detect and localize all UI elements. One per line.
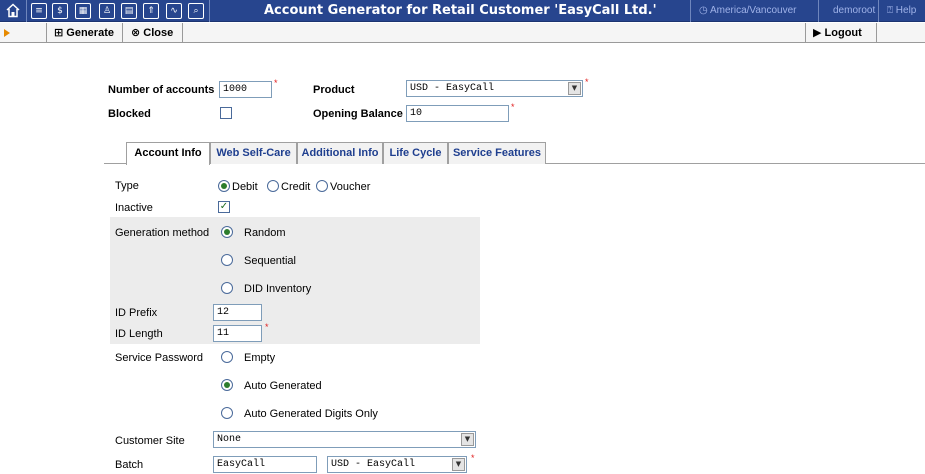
home-icon[interactable] (5, 2, 21, 19)
toolbar-separator (805, 23, 806, 43)
tab-service-features[interactable]: Service Features (448, 142, 546, 164)
toolbar-separator (26, 0, 27, 22)
gen-method-label: Generation method (115, 227, 210, 239)
list-icon[interactable]: ≡ (31, 3, 47, 19)
service-password-label: Service Password (115, 352, 204, 364)
type-debit-radio[interactable] (218, 180, 230, 192)
blocked-checkbox[interactable] (220, 107, 232, 119)
top-bar: ≡ $ ▦ ♙ ▤ ⇑ ∿ ⌕ Account Generator for Re… (0, 0, 925, 22)
customer-site-label: Customer Site (115, 435, 185, 447)
generate-button[interactable]: ⊞ Generate (54, 23, 114, 43)
toolbar-separator (182, 23, 183, 43)
customer-site-select[interactable]: None ▼ (213, 431, 476, 448)
password-empty-label: Empty (244, 352, 276, 364)
type-debit-label: Debit (232, 181, 258, 193)
product-label: Product (313, 84, 355, 96)
chevron-down-icon: ▼ (461, 433, 474, 446)
chart-icon[interactable]: ∿ (166, 3, 182, 19)
toolbar-separator (876, 23, 877, 43)
customer-site-value: None (217, 434, 242, 445)
page-title: Account Generator for Retail Customer 'E… (264, 3, 657, 18)
batch-product-select[interactable]: USD - EasyCall ▼ (327, 456, 467, 473)
batch-label: Batch (115, 459, 144, 471)
toolbar-separator (46, 23, 47, 43)
help-link[interactable]: ⍰ Help (887, 5, 916, 16)
generate-icon: ⊞ (54, 26, 64, 39)
opening-balance-label: Opening Balance (313, 108, 403, 120)
tab-additional-info[interactable]: Additional Info (297, 142, 383, 164)
upload-icon[interactable]: ⇑ (143, 3, 159, 19)
required-marker: * (511, 102, 515, 112)
gen-did-inventory-label: DID Inventory (244, 283, 312, 295)
help-icon: ⍰ (887, 5, 893, 16)
password-digits-radio[interactable] (221, 407, 233, 419)
required-marker: * (471, 453, 475, 463)
gen-did-inventory-radio[interactable] (221, 282, 233, 294)
timezone-link[interactable]: ◷ America/Vancouver (699, 5, 797, 16)
id-length-input[interactable]: 11 (213, 325, 262, 342)
calendar-icon[interactable]: ▤ (121, 3, 137, 19)
toolbar-separator (690, 0, 691, 22)
toolbar-separator (878, 0, 879, 22)
chevron-down-icon: ▼ (568, 82, 581, 95)
type-credit-label: Credit (281, 181, 311, 193)
required-marker: * (265, 322, 269, 332)
logout-label: Logout (824, 27, 862, 39)
gen-sequential-label: Sequential (244, 255, 296, 267)
product-select[interactable]: USD - EasyCall ▼ (406, 80, 583, 97)
id-prefix-input[interactable]: 12 (213, 304, 262, 321)
type-credit-radio[interactable] (267, 180, 279, 192)
password-auto-radio[interactable] (221, 379, 233, 391)
person-icon[interactable]: ♙ (99, 3, 115, 19)
num-accounts-input[interactable]: 1000 (219, 81, 272, 98)
clock-icon: ◷ (699, 5, 708, 16)
logout-button[interactable]: ▶ Logout (813, 23, 862, 43)
type-voucher-radio[interactable] (316, 180, 328, 192)
tab-web-self-care[interactable]: Web Self-Care (210, 142, 297, 164)
action-toolbar: ⊞ Generate ⊗ Close ▶ Logout (0, 23, 925, 43)
close-button[interactable]: ⊗ Close (131, 23, 173, 43)
inactive-checkbox[interactable]: ✓ (218, 201, 230, 213)
required-marker: * (274, 78, 278, 88)
password-auto-label: Auto Generated (244, 380, 322, 392)
logout-icon: ▶ (813, 26, 822, 39)
product-select-value: USD - EasyCall (410, 83, 495, 94)
id-length-label: ID Length (115, 328, 163, 340)
tab-account-info[interactable]: Account Info (126, 142, 210, 165)
close-icon: ⊗ (131, 26, 141, 39)
gen-random-label: Random (244, 227, 286, 239)
gen-random-radio[interactable] (221, 226, 233, 238)
blocked-label: Blocked (108, 108, 151, 120)
generate-label: Generate (66, 27, 114, 39)
dollar-icon[interactable]: $ (52, 3, 68, 19)
grid-icon[interactable]: ▦ (75, 3, 91, 19)
password-digits-label: Auto Generated Digits Only (244, 408, 378, 420)
gen-sequential-radio[interactable] (221, 254, 233, 266)
help-label: Help (895, 5, 917, 16)
type-voucher-label: Voucher (330, 181, 371, 193)
num-accounts-label: Number of accounts (108, 84, 215, 96)
toolbar-separator (818, 0, 819, 22)
search-icon[interactable]: ⌕ (188, 3, 204, 19)
toolbar-separator (209, 0, 210, 22)
password-empty-radio[interactable] (221, 351, 233, 363)
toolbar-separator (122, 23, 123, 43)
id-prefix-label: ID Prefix (115, 307, 158, 319)
opening-balance-input[interactable]: 10 (406, 105, 509, 122)
tab-life-cycle[interactable]: Life Cycle (383, 142, 448, 164)
required-marker: * (585, 77, 589, 87)
chevron-down-icon: ▼ (452, 458, 465, 471)
close-label: Close (143, 27, 174, 39)
user-link[interactable]: demoroot (833, 5, 875, 16)
type-label: Type (115, 180, 139, 192)
batch-input[interactable]: EasyCall (213, 456, 317, 473)
arrow-right-icon (4, 29, 10, 37)
inactive-label: Inactive (115, 202, 153, 214)
tab-bar: Account Info Web Self-Care Additional In… (104, 142, 925, 165)
timezone-label: America/Vancouver (709, 5, 797, 16)
batch-product-value: USD - EasyCall (331, 459, 416, 470)
